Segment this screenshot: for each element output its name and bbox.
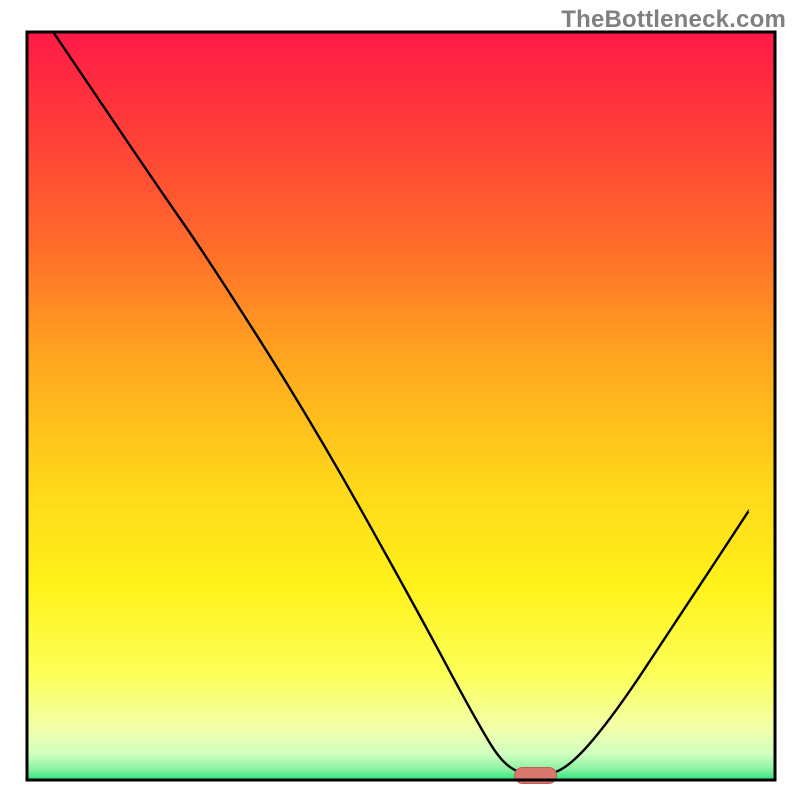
bottleneck-chart bbox=[0, 0, 800, 800]
watermark-text: TheBottleneck.com bbox=[561, 6, 786, 34]
plot-background bbox=[27, 32, 775, 780]
